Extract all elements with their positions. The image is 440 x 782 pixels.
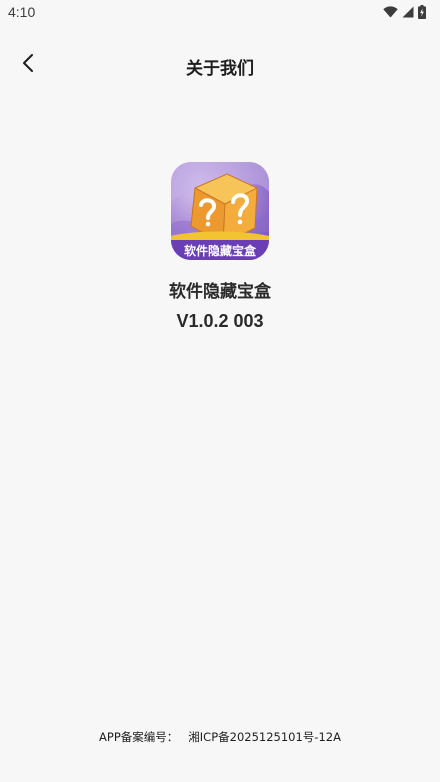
status-icons — [383, 5, 426, 19]
cellular-signal-icon — [402, 6, 414, 18]
icp-label: APP备案编号： — [99, 730, 179, 744]
icp-number-link[interactable]: 湘ICP备2025125101号-12A — [188, 730, 341, 744]
battery-charging-icon — [418, 5, 426, 19]
page-title: 关于我们 — [186, 59, 254, 79]
status-bar: 4:10 — [0, 0, 440, 26]
app-name: 软件隐藏宝盒 — [169, 282, 271, 302]
wifi-icon — [383, 6, 398, 18]
app-version: V1.0.2 003 — [176, 311, 264, 331]
status-time: 4:10 — [8, 4, 36, 20]
app-icon-label: 软件隐藏宝盒 — [184, 243, 257, 258]
app-bar: 关于我们 — [0, 44, 440, 86]
app-icon: 软件隐藏宝盒 — [171, 162, 269, 260]
icp-record: APP备案编号： 湘ICP备2025125101号-12A — [0, 729, 440, 745]
